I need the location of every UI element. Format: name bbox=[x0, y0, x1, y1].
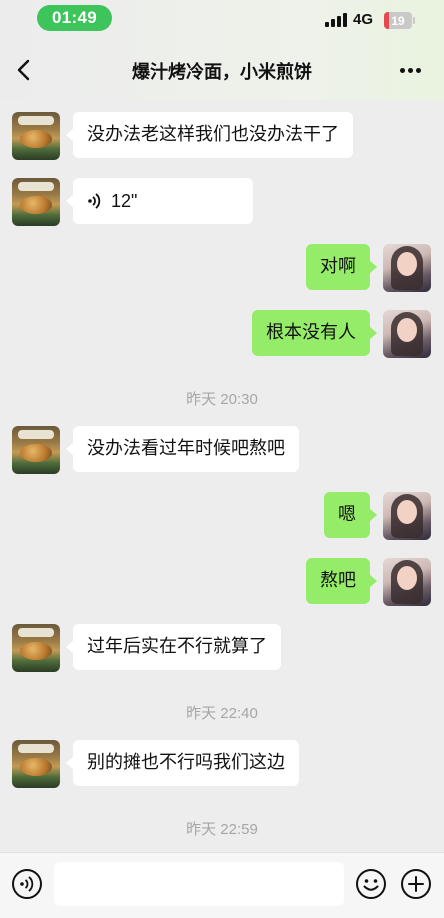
chat-title: 爆汁烤冷面，小米煎饼 bbox=[132, 62, 312, 83]
message-bubble[interactable]: 没办法老这样我们也没办法干了 bbox=[66, 112, 353, 158]
plus-circle-icon[interactable] bbox=[400, 868, 432, 900]
message-bubble[interactable]: 没办法看过年时候吧熬吧 bbox=[66, 426, 299, 472]
voice-mode-icon[interactable] bbox=[11, 868, 43, 900]
voice-wave-icon bbox=[88, 193, 101, 209]
chat-header: 爆汁烤冷面，小米煎饼 bbox=[0, 40, 444, 100]
message-input[interactable] bbox=[54, 862, 344, 906]
my-avatar[interactable] bbox=[383, 558, 431, 606]
message-bubble[interactable]: 过年后实在不行就算了 bbox=[66, 624, 281, 670]
network-type: 4G bbox=[353, 11, 374, 28]
my-avatar[interactable] bbox=[383, 244, 431, 292]
message-bubble[interactable]: 嗯 bbox=[324, 492, 377, 538]
voice-message-bubble[interactable]: 12" bbox=[66, 178, 253, 224]
battery-level: 19 bbox=[391, 13, 405, 28]
message-bubble[interactable]: 根本没有人 bbox=[252, 310, 377, 356]
timestamp: 昨天 22:59 bbox=[186, 821, 258, 838]
contact-avatar[interactable] bbox=[12, 624, 60, 672]
contact-avatar[interactable] bbox=[12, 178, 60, 226]
timestamp: 昨天 20:30 bbox=[186, 391, 258, 408]
status-time: 01:49 bbox=[37, 5, 112, 31]
my-avatar[interactable] bbox=[383, 310, 431, 358]
contact-avatar[interactable] bbox=[12, 112, 60, 160]
emoji-icon[interactable] bbox=[355, 868, 387, 900]
message-bubble[interactable]: 熬吧 bbox=[306, 558, 377, 604]
message-bubble[interactable]: 对啊 bbox=[306, 244, 377, 290]
my-avatar[interactable] bbox=[383, 492, 431, 540]
more-dots-icon[interactable] bbox=[400, 68, 422, 74]
voice-duration: 12" bbox=[111, 191, 138, 211]
battery-cap bbox=[413, 17, 415, 24]
battery-icon: 19 bbox=[384, 12, 412, 29]
cellular-signal-icon bbox=[325, 13, 347, 27]
chevron-left-icon[interactable] bbox=[15, 58, 35, 82]
contact-avatar[interactable] bbox=[12, 740, 60, 788]
message-list[interactable]: 没办法老这样我们也没办法干了 12" 对啊 根本没有人 昨天 20:30 没办法… bbox=[0, 100, 444, 852]
message-bubble[interactable]: 别的摊也不行吗我们这边 bbox=[66, 740, 299, 786]
input-bar bbox=[0, 852, 444, 918]
timestamp: 昨天 22:40 bbox=[186, 705, 258, 722]
status-bar: 01:49 4G 19 bbox=[0, 0, 444, 40]
contact-avatar[interactable] bbox=[12, 426, 60, 474]
